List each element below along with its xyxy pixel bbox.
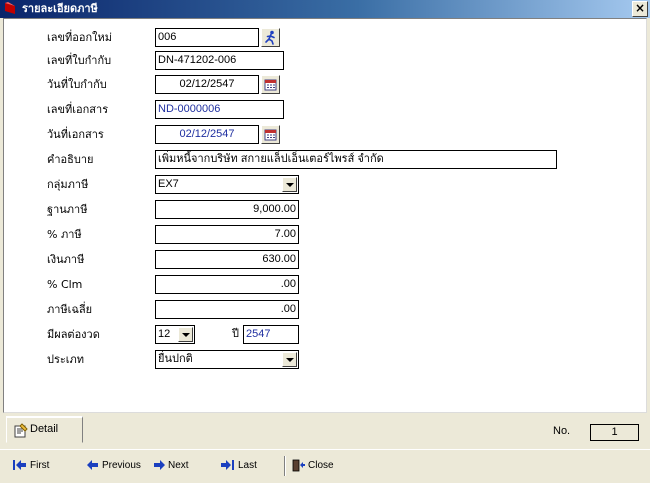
type-select[interactable]: ยื่นปกติ: [155, 350, 299, 369]
close-window-button[interactable]: ×: [632, 1, 648, 17]
previous-button[interactable]: Previous: [86, 458, 141, 474]
tax-group-value: EX7: [158, 178, 179, 190]
exit-door-icon: [292, 459, 305, 472]
generate-number-button[interactable]: [261, 28, 280, 47]
tax-amount-field[interactable]: 630.00: [155, 250, 299, 269]
app-icon: [5, 2, 15, 14]
calendar-icon: [264, 129, 277, 141]
type-value: ยื่นปกติ: [158, 353, 193, 365]
calendar-icon: [264, 79, 277, 91]
chevron-down-icon[interactable]: [282, 177, 297, 192]
new-number-field[interactable]: 006: [155, 28, 259, 47]
label-document-date: วันที่เอกสาร: [47, 128, 104, 141]
invoice-date-field[interactable]: 02/12/2547: [155, 75, 259, 94]
last-button-label: Last: [238, 460, 257, 471]
label-tax-base: ฐานภาษี: [47, 203, 88, 216]
chevron-down-icon[interactable]: [178, 327, 193, 342]
navigation-bar: First Previous Next Last Close: [0, 449, 650, 483]
next-button[interactable]: Next: [152, 458, 189, 474]
tab-detail-label: Detail: [30, 423, 59, 435]
tax-detail-window: รายละเอียดภาษี × เลขที่ออกใหม่ เลขที่ใบก…: [0, 0, 650, 483]
last-record-icon: [221, 460, 234, 471]
first-button-label: First: [30, 460, 50, 471]
tax-rate-field[interactable]: 7.00: [155, 225, 299, 244]
average-tax-field[interactable]: .00: [155, 300, 299, 319]
chevron-down-icon[interactable]: [282, 352, 297, 367]
detail-icon: [14, 423, 28, 438]
first-button[interactable]: First: [12, 458, 49, 474]
label-new-number: เลขที่ออกใหม่: [47, 31, 113, 44]
window-title: รายละเอียดภาษี: [22, 2, 98, 15]
close-button[interactable]: Close: [292, 458, 334, 474]
next-button-label: Next: [168, 460, 189, 471]
description-field[interactable]: เพิ่มหนี้จากบริษัท สกายแล็ปเอ็นเตอร์ไพรส…: [155, 150, 557, 169]
tax-group-select[interactable]: EX7: [155, 175, 299, 194]
period-value: 12: [158, 328, 171, 340]
year-label: ปี: [232, 327, 239, 340]
invoice-number-field[interactable]: DN-471202-006: [155, 51, 284, 70]
record-number-field: 1: [590, 424, 639, 441]
year-field[interactable]: 2547: [243, 325, 299, 344]
previous-button-label: Previous: [102, 460, 141, 471]
label-tax-group: กลุ่มภาษี: [47, 178, 89, 191]
last-button[interactable]: Last: [220, 458, 257, 474]
invoice-date-calendar-button[interactable]: [261, 75, 280, 94]
close-button-label: Close: [308, 460, 334, 471]
period-select[interactable]: 12: [155, 325, 195, 344]
clm-rate-field[interactable]: .00: [155, 275, 299, 294]
label-document-number: เลขที่เอกสาร: [47, 103, 109, 116]
previous-record-icon: [87, 460, 98, 471]
label-tax-rate: % ภาษี: [47, 228, 82, 241]
document-date-field[interactable]: 02/12/2547: [155, 125, 259, 144]
toolbar-separator: [284, 456, 286, 476]
tab-detail[interactable]: Detail: [6, 416, 83, 443]
first-record-icon: [13, 460, 26, 471]
tab-strip: Detail No. 1: [0, 413, 650, 448]
label-description: คำอธิบาย: [47, 153, 94, 166]
document-date-calendar-button[interactable]: [261, 125, 280, 144]
record-number-label: No.: [553, 425, 571, 437]
title-bar[interactable]: รายละเอียดภาษี ×: [0, 0, 650, 18]
label-average-tax: ภาษีเฉลี่ย: [47, 303, 93, 316]
form-panel: เลขที่ออกใหม่ เลขที่ใบกำกับ วันที่ใบกำกั…: [3, 18, 647, 413]
running-man-icon: [265, 30, 275, 45]
label-effective-period: มีผลต่องวด: [47, 328, 100, 341]
label-invoice-date: วันที่ใบกำกับ: [47, 78, 107, 91]
label-clm-rate: % Clm: [47, 278, 83, 291]
tax-base-field[interactable]: 9,000.00: [155, 200, 299, 219]
next-record-icon: [154, 460, 165, 471]
label-invoice-number: เลขที่ใบกำกับ: [47, 54, 112, 67]
document-number-field[interactable]: ND-0000006: [155, 100, 284, 119]
label-type: ประเภท: [47, 353, 85, 366]
label-tax-amount: เงินภาษี: [47, 253, 85, 266]
